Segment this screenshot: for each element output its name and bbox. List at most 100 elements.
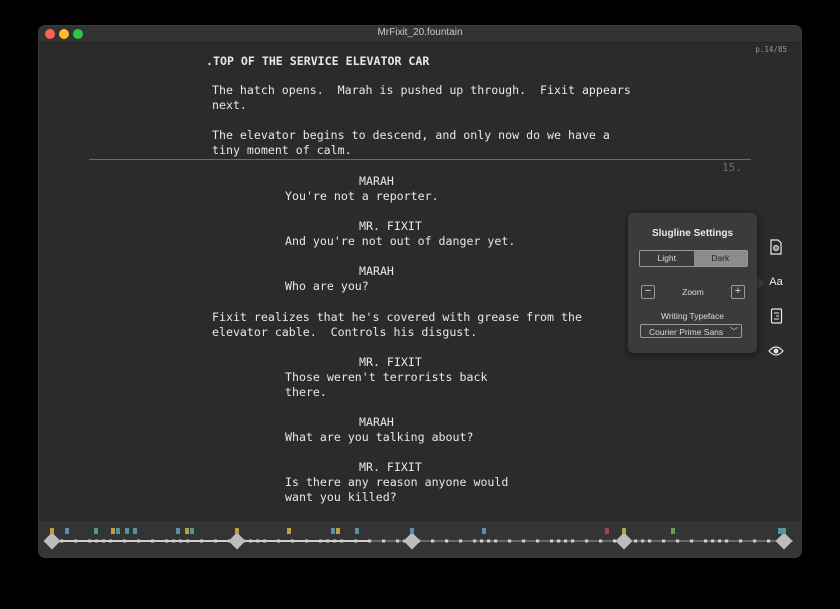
character-name[interactable]: MR. FIXIT bbox=[359, 219, 422, 234]
action-line[interactable]: tiny moment of calm. bbox=[212, 143, 352, 158]
scene-heading[interactable]: .TOP OF THE SERVICE ELEVATOR CAR bbox=[206, 54, 429, 69]
timeline-note-marker bbox=[94, 528, 98, 534]
timeline-note-marker bbox=[482, 528, 486, 534]
timeline-note-marker bbox=[111, 528, 115, 534]
timeline-note-marker bbox=[287, 528, 291, 534]
timeline-note-marker bbox=[185, 528, 189, 534]
character-name[interactable]: MR. FIXIT bbox=[359, 355, 422, 370]
timeline-note-marker bbox=[671, 528, 675, 534]
font-settings-icon[interactable]: Aa bbox=[765, 271, 787, 293]
action-line[interactable]: The hatch opens. Marah is pushed up thro… bbox=[212, 83, 631, 98]
timeline-note-marker bbox=[605, 528, 609, 534]
navigation-timeline-bar[interactable] bbox=[39, 522, 801, 557]
zoom-in-button[interactable]: + bbox=[731, 285, 745, 299]
timeline-note-marker bbox=[331, 528, 335, 534]
timeline-note-marker bbox=[355, 528, 359, 534]
timeline-tick bbox=[718, 539, 722, 543]
dialogue-line[interactable]: You're not a reporter. bbox=[285, 189, 439, 204]
timeline-tick bbox=[396, 539, 400, 543]
timeline-note-marker bbox=[336, 528, 340, 534]
dialogue-line[interactable]: Who are you? bbox=[285, 279, 369, 294]
slugline-settings-popover: Slugline Settings Light Dark Zoom − + Wr… bbox=[628, 213, 757, 353]
dialogue-line[interactable]: there. bbox=[285, 385, 327, 400]
character-name[interactable]: MR. FIXIT bbox=[359, 460, 422, 475]
timeline-tick bbox=[319, 539, 323, 543]
timeline-note-marker bbox=[782, 528, 786, 534]
timeline-note-marker bbox=[116, 528, 120, 534]
document-settings-icon[interactable] bbox=[765, 236, 787, 258]
timeline-tick bbox=[641, 539, 645, 543]
timeline-note-marker bbox=[125, 528, 129, 534]
timeline-note-marker bbox=[410, 528, 414, 534]
timeline-note-marker bbox=[176, 528, 180, 534]
theme-light-option[interactable]: Light bbox=[640, 251, 694, 266]
action-line[interactable]: next. bbox=[212, 98, 247, 113]
timeline-tick bbox=[186, 539, 190, 543]
timeline-tick bbox=[739, 539, 743, 543]
dialogue-line[interactable]: What are you talking about? bbox=[285, 430, 473, 445]
timeline-tick bbox=[662, 539, 666, 543]
chevron-down-icon: ﹀ bbox=[730, 327, 738, 336]
title-bar[interactable]: MrFixit_20.fountain bbox=[39, 26, 801, 43]
timeline-tick bbox=[445, 539, 449, 543]
popover-title: Slugline Settings bbox=[651, 228, 734, 239]
timeline-note-marker bbox=[778, 528, 782, 534]
timeline-diamond-marker bbox=[228, 532, 246, 550]
timeline-tick bbox=[487, 539, 491, 543]
timeline-tick bbox=[634, 539, 638, 543]
app-window: MrFixit_20.fountain p.14/85 .TOP OF THE … bbox=[39, 26, 801, 557]
zoom-out-button[interactable]: − bbox=[641, 285, 655, 299]
timeline-tick bbox=[123, 539, 127, 543]
action-line[interactable]: The elevator begins to descend, and only… bbox=[212, 128, 610, 143]
outline-icon[interactable] bbox=[765, 305, 787, 327]
timeline-tick bbox=[676, 539, 680, 543]
timeline-tick bbox=[767, 539, 771, 543]
typeface-select[interactable]: Courier Prime Sans ﹀ bbox=[640, 324, 742, 338]
timeline-note-marker bbox=[235, 528, 239, 534]
timeline-tick bbox=[522, 539, 526, 543]
timeline-tick bbox=[473, 539, 477, 543]
timeline-tick bbox=[333, 539, 337, 543]
timeline-tick bbox=[263, 539, 267, 543]
timeline-tick bbox=[431, 539, 435, 543]
dialogue-line[interactable]: Those weren't terrorists back bbox=[285, 370, 487, 385]
timeline-tick bbox=[256, 539, 260, 543]
typeface-label: Writing Typeface bbox=[661, 311, 724, 321]
timeline-tick bbox=[291, 539, 295, 543]
character-name[interactable]: MARAH bbox=[359, 174, 394, 189]
timeline-tick bbox=[711, 539, 715, 543]
dialogue-line[interactable]: Is there any reason anyone would bbox=[285, 475, 508, 490]
timeline-tick bbox=[95, 539, 99, 543]
timeline-tick bbox=[725, 539, 729, 543]
timeline-diamond-marker bbox=[403, 532, 421, 550]
timeline-tick bbox=[102, 539, 106, 543]
timeline-tick bbox=[494, 539, 498, 543]
popover-arrow bbox=[757, 276, 764, 290]
window-title: MrFixit_20.fountain bbox=[377, 27, 463, 38]
timeline-tick bbox=[74, 539, 78, 543]
timeline-tick bbox=[648, 539, 652, 543]
character-name[interactable]: MARAH bbox=[359, 415, 394, 430]
dialogue-line[interactable]: And you're not out of danger yet. bbox=[285, 234, 515, 249]
timeline-tick bbox=[88, 539, 92, 543]
timeline-tick bbox=[508, 539, 512, 543]
action-line[interactable]: Fixit realizes that he's covered with gr… bbox=[212, 310, 582, 325]
page-number: 15. bbox=[722, 161, 742, 174]
dialogue-line[interactable]: want you killed? bbox=[285, 490, 397, 505]
timeline-note-marker bbox=[622, 528, 626, 534]
timeline-tick bbox=[214, 539, 218, 543]
timeline-tick bbox=[564, 539, 568, 543]
timeline-note-marker bbox=[50, 528, 54, 534]
scene-timeline[interactable] bbox=[39, 523, 801, 557]
timeline-tick bbox=[480, 539, 484, 543]
timeline-tick bbox=[382, 539, 386, 543]
timeline-tick bbox=[305, 539, 309, 543]
timeline-note-marker bbox=[190, 528, 194, 534]
timeline-diamond-marker bbox=[43, 532, 61, 550]
character-name[interactable]: MARAH bbox=[359, 264, 394, 279]
timeline-tick bbox=[326, 539, 330, 543]
preview-eye-icon[interactable] bbox=[765, 340, 787, 362]
action-line[interactable]: elevator cable. Controls his disgust. bbox=[212, 325, 477, 340]
theme-dark-option[interactable]: Dark bbox=[693, 251, 747, 266]
timeline-tick bbox=[249, 539, 253, 543]
